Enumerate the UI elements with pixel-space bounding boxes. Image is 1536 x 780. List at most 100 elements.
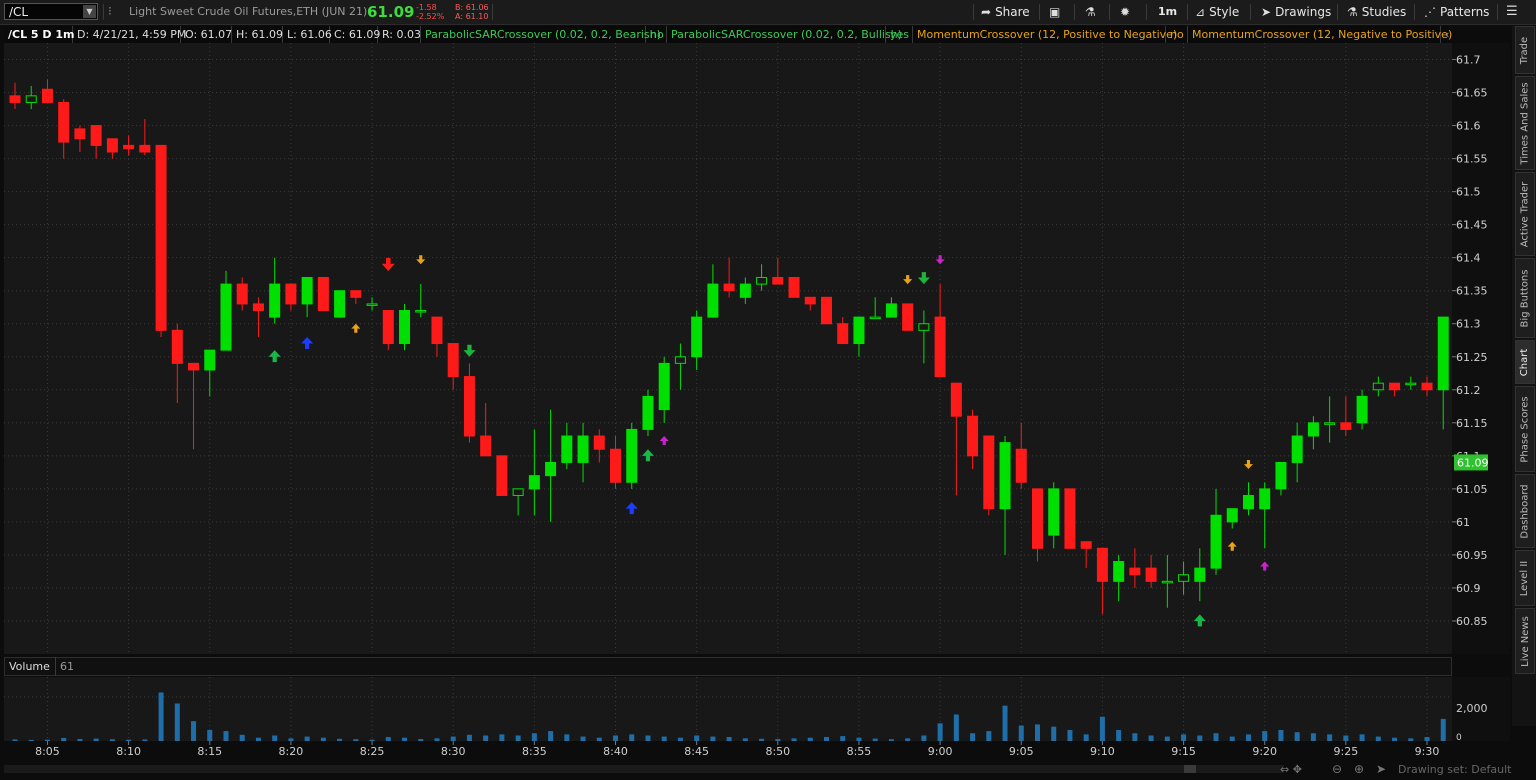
candle[interactable]: [869, 297, 881, 320]
candle[interactable]: [1307, 416, 1319, 450]
candle[interactable]: [1275, 461, 1287, 496]
candle[interactable]: [950, 382, 962, 496]
candle[interactable]: [220, 270, 232, 351]
candle[interactable]: [918, 310, 930, 364]
candle[interactable]: [350, 290, 362, 304]
candle[interactable]: [1194, 548, 1206, 602]
candle[interactable]: [1178, 561, 1190, 595]
sidebar-tab-live-news[interactable]: Live News: [1515, 608, 1535, 674]
candle[interactable]: [90, 125, 102, 159]
candle[interactable]: [171, 323, 183, 403]
candle[interactable]: [1064, 488, 1076, 549]
settings-button[interactable]: ✹: [1120, 0, 1134, 24]
horizontal-scrollbar[interactable]: [4, 765, 1284, 773]
sidebar-tab-chart[interactable]: Chart: [1515, 340, 1535, 384]
candle[interactable]: [1113, 554, 1125, 602]
candle[interactable]: [626, 422, 638, 489]
drawing-set[interactable]: Drawing set: Default: [1398, 763, 1511, 776]
menu-icon[interactable]: ☰: [1506, 4, 1518, 19]
candle[interactable]: [837, 317, 849, 345]
sidebar-tab-trade[interactable]: Trade: [1515, 26, 1535, 74]
candle[interactable]: [480, 402, 492, 457]
symbol-input[interactable]: /CL ▼: [4, 3, 98, 20]
sidebar-tab-times-and-sales[interactable]: Times And Sales: [1515, 76, 1535, 170]
candle[interactable]: [983, 435, 995, 516]
candle[interactable]: [1405, 376, 1417, 390]
study-momentum-neg-pos[interactable]: MomentumCrossover (12, Negative to Posit…: [1188, 26, 1452, 43]
share-button[interactable]: ➦ Share: [981, 0, 1030, 24]
candle[interactable]: [1145, 554, 1157, 588]
study-sar-bearish[interactable]: ParabolicSARCrossover (0.02, 0.2, Bearis…: [421, 26, 661, 43]
sidebar-tab-dashboard[interactable]: Dashboard: [1515, 474, 1535, 548]
candle[interactable]: [415, 284, 427, 318]
candle[interactable]: [561, 422, 573, 470]
candle[interactable]: [610, 436, 622, 489]
candle[interactable]: [1372, 376, 1384, 397]
candle[interactable]: [269, 257, 281, 324]
candle[interactable]: [236, 277, 248, 311]
candle[interactable]: [902, 303, 914, 331]
scrollbar-thumb[interactable]: [1184, 765, 1196, 773]
candle[interactable]: [674, 343, 686, 390]
candle[interactable]: [1031, 488, 1043, 562]
candle[interactable]: [1096, 547, 1108, 615]
candle[interactable]: [1324, 396, 1336, 443]
candle[interactable]: [1421, 376, 1433, 397]
candle[interactable]: [934, 284, 946, 378]
study-momentum-pos-neg[interactable]: MomentumCrossover (12, Positive to Negat…: [913, 26, 1177, 43]
candle[interactable]: [512, 488, 524, 516]
candle[interactable]: [545, 409, 557, 522]
candle[interactable]: [447, 343, 459, 390]
candle[interactable]: [1437, 316, 1449, 430]
sidebar-tab-active-trader[interactable]: Active Trader: [1515, 172, 1535, 256]
candle[interactable]: [1080, 541, 1092, 569]
price-chart[interactable]: [4, 43, 1465, 654]
candle[interactable]: [723, 257, 735, 298]
candle[interactable]: [58, 99, 70, 159]
candle[interactable]: [123, 135, 135, 156]
patterns-button[interactable]: ⋰ Patterns: [1424, 0, 1489, 24]
candle[interactable]: [1340, 396, 1352, 437]
candle[interactable]: [301, 276, 313, 318]
chevron-down-icon[interactable]: ▼: [83, 5, 96, 18]
style-button[interactable]: ⊿ Style: [1195, 0, 1239, 24]
candle[interactable]: [25, 85, 37, 110]
candle[interactable]: [772, 257, 784, 285]
chart-layout-button[interactable]: ▣: [1049, 0, 1064, 24]
candle[interactable]: [9, 82, 21, 110]
candle[interactable]: [707, 264, 719, 318]
candle[interactable]: [334, 290, 346, 318]
zoom-out-icon[interactable]: ⊖: [1332, 762, 1342, 776]
candle[interactable]: [106, 138, 118, 159]
candle[interactable]: [821, 296, 832, 325]
candle[interactable]: [739, 277, 751, 304]
flask-button[interactable]: ⚗: [1085, 0, 1100, 24]
candle[interactable]: [1048, 482, 1060, 549]
candle[interactable]: [399, 303, 411, 351]
candle[interactable]: [788, 276, 800, 298]
link-icon[interactable]: ⁝: [108, 4, 112, 18]
candle[interactable]: [658, 356, 670, 423]
candle[interactable]: [366, 297, 378, 311]
candle[interactable]: [41, 79, 53, 103]
study-sar-bullish[interactable]: ParabolicSARCrossover (0.02, 0.2, Bullis…: [667, 26, 902, 43]
candle[interactable]: [317, 276, 329, 312]
candle[interactable]: [74, 125, 86, 152]
candle[interactable]: [382, 310, 394, 351]
candle[interactable]: [139, 118, 151, 156]
interval-button[interactable]: 1m: [1158, 0, 1177, 24]
candle[interactable]: [642, 389, 654, 437]
candle[interactable]: [155, 144, 167, 337]
sidebar-tab-big-buttons[interactable]: Big Buttons: [1515, 258, 1535, 338]
candle[interactable]: [1242, 482, 1254, 516]
candle[interactable]: [431, 316, 443, 357]
sidebar-tab-level-ii[interactable]: Level II: [1515, 550, 1535, 606]
price-axis[interactable]: 60.8560.960.956161.0561.161.1561.261.256…: [1452, 43, 1510, 654]
pan-icon[interactable]: ⇔ ✥: [1280, 763, 1302, 776]
candle[interactable]: [1356, 389, 1368, 430]
drawings-button[interactable]: ➤ Drawings: [1261, 0, 1331, 24]
candle[interactable]: [853, 316, 865, 357]
zoom-in-icon[interactable]: ⊕: [1354, 762, 1364, 776]
volume-chart[interactable]: [4, 677, 1462, 741]
candle[interactable]: [1291, 422, 1303, 483]
